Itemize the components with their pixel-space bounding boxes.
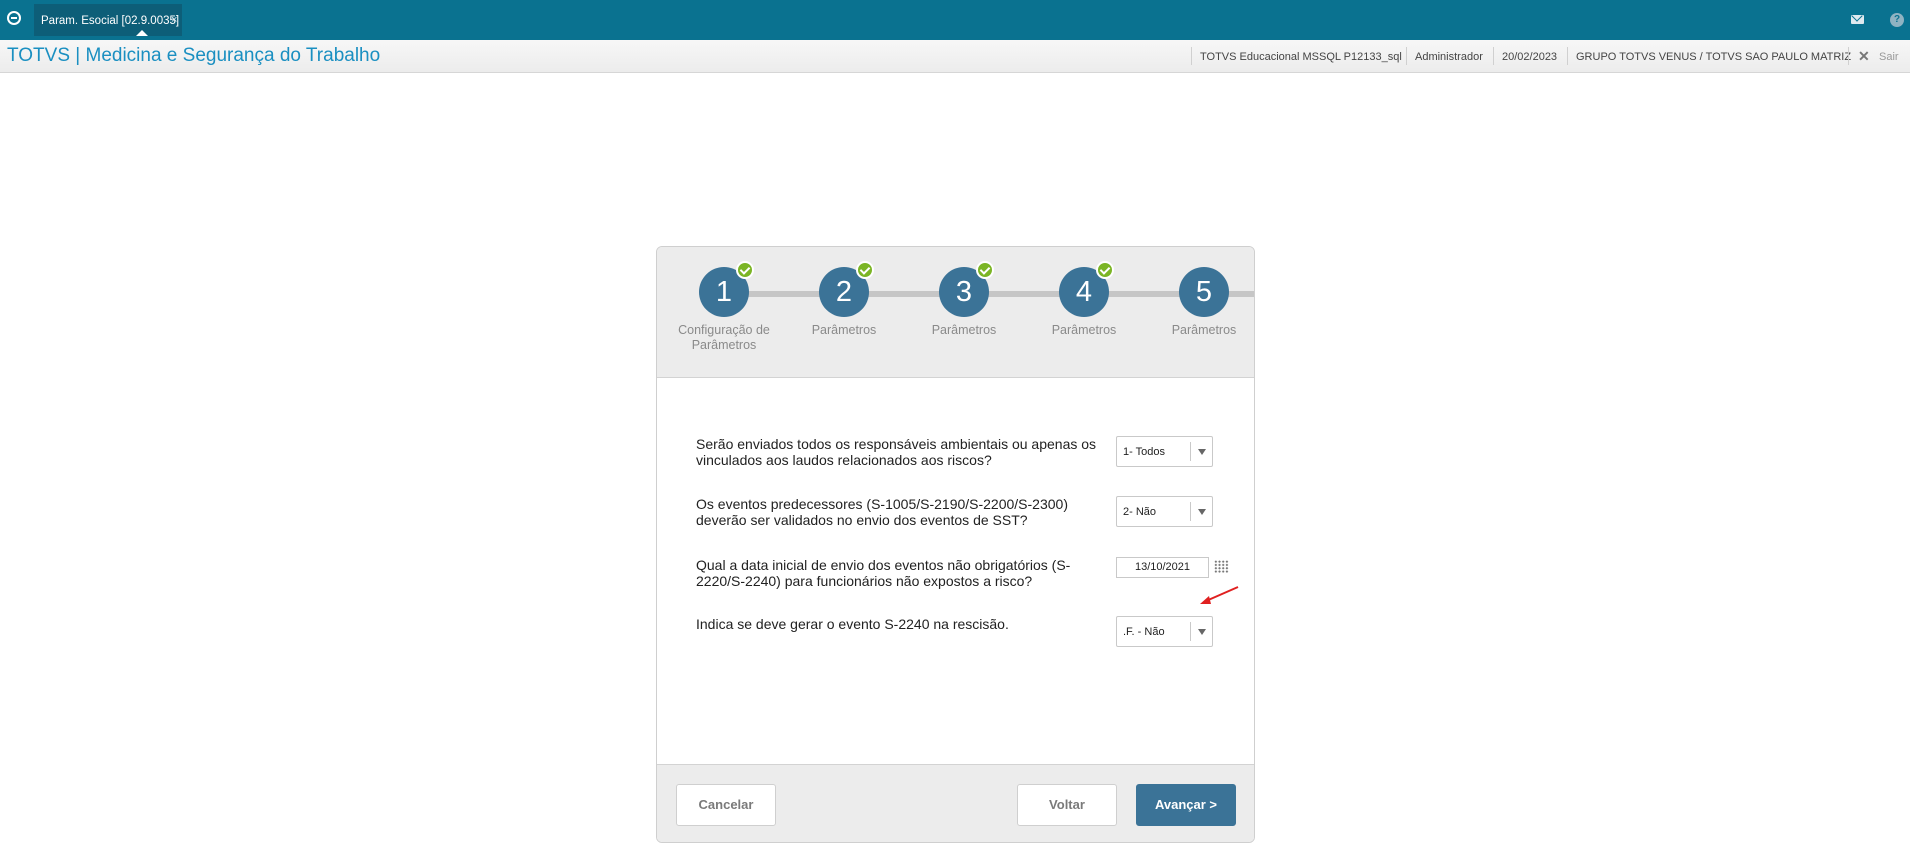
check-icon — [736, 261, 754, 279]
header-divider — [1848, 47, 1849, 65]
step-5: 5 Parâmetros — [1144, 267, 1254, 338]
step-circle: 5 — [1179, 267, 1229, 317]
select-value: 1- Todos — [1123, 446, 1165, 458]
step-circle: 3 — [939, 261, 994, 317]
s2240-rescisao-select[interactable]: .F. - Não — [1116, 616, 1213, 647]
check-icon — [976, 261, 994, 279]
mail-icon[interactable] — [1851, 15, 1864, 24]
step-label: Parâmetros — [811, 323, 877, 337]
select-divider — [1190, 442, 1191, 461]
user-info: Administrador — [1415, 51, 1483, 63]
select-value: 2- Não — [1123, 506, 1157, 518]
step-label: Configuração de Parâmetros — [678, 323, 770, 352]
question-predecessores: Os eventos predecessores (S-1005/S-2190/… — [696, 496, 1068, 528]
app-title: TOTVS | Medicina e Segurança do Trabalho — [7, 45, 381, 66]
tab-close-icon[interactable]: × — [171, 14, 177, 26]
step-label: Parâmetros — [1051, 323, 1117, 337]
responsaveis-select[interactable]: 1- Todos — [1116, 436, 1213, 467]
header-divider — [1406, 47, 1407, 65]
select-divider — [1190, 502, 1191, 521]
step-label: Parâmetros — [931, 323, 997, 337]
step-1: 1 Configuração de Parâmetros — [664, 261, 784, 353]
help-icon[interactable]: ? — [1890, 13, 1904, 27]
check-icon — [856, 261, 874, 279]
annotation-arrow-icon — [1200, 586, 1239, 604]
wizard-steps: 1 Configuração de Parâmetros 2 Parâmetro… — [657, 247, 1254, 378]
exit-button[interactable]: Sair — [1879, 51, 1899, 63]
calendar-icon[interactable] — [1214, 560, 1229, 573]
chevron-down-icon[interactable] — [1198, 449, 1206, 455]
app-header: TOTVS | Medicina e Segurança do Trabalho… — [0, 40, 1910, 73]
select-value: .F. - Não — [1123, 626, 1165, 638]
data-inicial-input[interactable]: 13/10/2021 — [1116, 557, 1209, 578]
top-bar: Param. Esocial [02.9.0035] × ? — [0, 0, 1910, 40]
select-divider — [1190, 622, 1191, 641]
environment-info: TOTVS Educacional MSSQL P12133_sql — [1200, 51, 1402, 63]
date-info: 20/02/2023 — [1502, 51, 1558, 63]
tab-param-esocial[interactable]: Param. Esocial [02.9.0035] × — [34, 4, 182, 36]
question-responsaveis: Serão enviados todos os responsáveis amb… — [696, 436, 1097, 468]
company-info: GRUPO TOTVS VENUS / TOTVS SAO PAULO MATR… — [1576, 51, 1852, 63]
step-label: Parâmetros — [1171, 323, 1237, 337]
check-icon — [1096, 261, 1114, 279]
chevron-down-icon[interactable] — [1198, 509, 1206, 515]
step-circle: 1 — [699, 261, 754, 317]
predecessores-select[interactable]: 2- Não — [1116, 496, 1213, 527]
wizard-footer: Cancelar Voltar Avançar > — [657, 764, 1254, 842]
step-circle: 4 — [1059, 261, 1114, 317]
step-circle: 2 — [819, 261, 874, 317]
wizard-dialog: 1 Configuração de Parâmetros 2 Parâmetro… — [656, 246, 1255, 843]
header-divider — [1493, 47, 1494, 65]
cancel-button[interactable]: Cancelar — [676, 784, 776, 826]
chevron-down-icon[interactable] — [1198, 629, 1206, 635]
header-divider — [1191, 47, 1192, 65]
back-button[interactable]: Voltar — [1017, 784, 1117, 826]
step-3: 3 Parâmetros — [904, 261, 1024, 338]
active-tab-indicator — [136, 30, 148, 36]
totvs-logo-icon[interactable] — [7, 11, 21, 25]
next-button[interactable]: Avançar > — [1136, 784, 1236, 826]
step-4: 4 Parâmetros — [1024, 261, 1144, 338]
close-icon[interactable]: ✕ — [1858, 48, 1870, 65]
question-s2240-rescisao: Indica se deve gerar o evento S-2240 na … — [696, 616, 1009, 632]
header-divider — [1567, 47, 1568, 65]
question-data-inicial: Qual a data inicial de envio dos eventos… — [696, 557, 1071, 589]
step-2: 2 Parâmetros — [784, 261, 904, 338]
tab-label: Param. Esocial [02.9.0035] — [41, 15, 180, 27]
